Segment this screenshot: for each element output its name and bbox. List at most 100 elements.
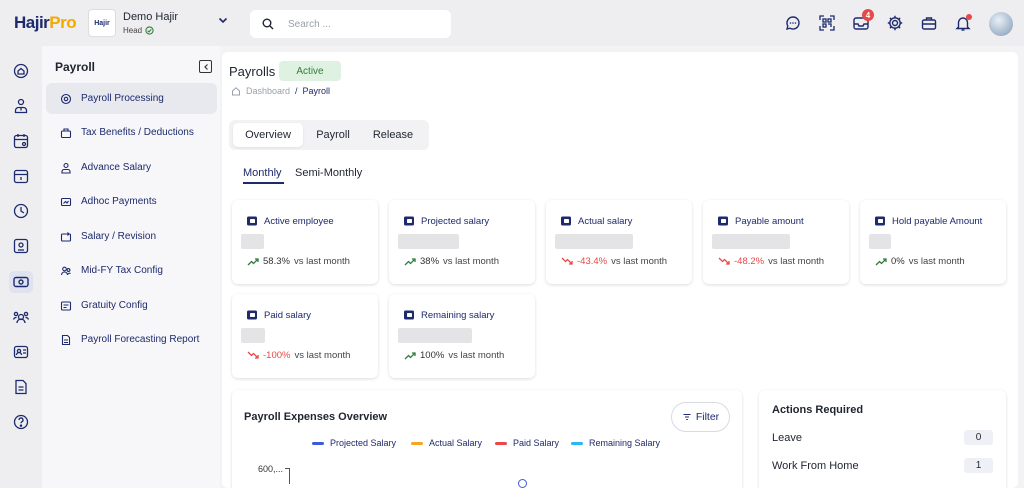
card-change: 100%: [420, 350, 445, 361]
id-card-icon[interactable]: [12, 343, 30, 361]
summary-card[interactable]: Hold payable Amount 0% vs last month: [860, 200, 1006, 284]
card-change-suffix: vs last month: [611, 256, 668, 267]
legend-label: Projected Salary: [330, 438, 397, 448]
wallet-icon: [718, 216, 728, 226]
sidebar-item-tax-benefits[interactable]: Tax Benefits / Deductions: [46, 117, 217, 148]
legend-swatch: [312, 441, 324, 445]
verified-icon: [145, 26, 154, 35]
legend-item[interactable]: Projected Salary: [312, 438, 396, 448]
sidebar-item-label: Tax Benefits / Deductions: [81, 127, 194, 138]
tab-release[interactable]: Release: [363, 123, 423, 147]
summary-card[interactable]: Active employee 58.3% vs last month: [232, 200, 378, 284]
tab-payroll[interactable]: Payroll: [307, 123, 359, 147]
org-name: Demo Hajir: [123, 11, 179, 23]
sidebar-item-label: Payroll Processing: [81, 93, 164, 104]
card-title: Remaining salary: [403, 309, 494, 321]
avatar[interactable]: [989, 12, 1013, 36]
value-placeholder: [398, 234, 459, 249]
sidebar-item-gratuity-config[interactable]: Gratuity Config: [46, 290, 217, 321]
card-title: Actual salary: [560, 215, 632, 227]
subtab-semi-monthly[interactable]: Semi-Monthly: [295, 167, 362, 179]
card-title-label: Projected salary: [421, 215, 490, 227]
wallet-icon: [404, 310, 414, 320]
wallet-icon: [404, 216, 414, 226]
tax-icon: [60, 127, 72, 138]
top-bar: [0, 0, 1024, 46]
summary-card[interactable]: Payable amount -48.2% vs last month: [703, 200, 849, 284]
summary-card[interactable]: Paid salary -100% vs last month: [232, 294, 378, 378]
card-trend: 58.3% vs last month: [247, 256, 350, 267]
card-trend: -43.4% vs last month: [561, 256, 667, 267]
legend-item[interactable]: Paid Salary: [495, 438, 559, 448]
document-icon[interactable]: [12, 378, 30, 396]
legend-item[interactable]: Actual Salary: [411, 438, 482, 448]
card-title: Hold payable Amount: [874, 215, 982, 227]
sidebar-item-forecasting-report[interactable]: Payroll Forecasting Report: [46, 324, 217, 355]
chart-data-point[interactable]: [518, 479, 527, 488]
collapse-sidebar-button[interactable]: [199, 60, 212, 73]
action-count-leave[interactable]: 0: [964, 430, 993, 445]
chat-icon[interactable]: [784, 14, 802, 32]
search-box[interactable]: [250, 10, 451, 38]
tab-overview[interactable]: Overview: [233, 123, 303, 147]
org-role: Head: [123, 26, 154, 35]
legend-swatch: [571, 441, 583, 445]
breadcrumb-current: Payroll: [302, 86, 331, 96]
inbox-count-badge: 4: [862, 9, 874, 21]
card-title: Projected salary: [403, 215, 489, 227]
summary-card[interactable]: Actual salary -43.4% vs last month: [546, 200, 692, 284]
sidebar-item-label: Gratuity Config: [81, 300, 148, 311]
card-change: 38%: [420, 256, 440, 267]
card-trend: 0% vs last month: [875, 256, 965, 267]
card-title-label: Actual salary: [578, 215, 633, 227]
calendar-icon[interactable]: [12, 132, 30, 150]
sidebar-item-advance-salary[interactable]: Advance Salary: [46, 152, 217, 183]
logo-text-secondary: Pro: [49, 13, 77, 32]
briefcase-icon[interactable]: [920, 14, 938, 32]
help-icon[interactable]: [12, 413, 30, 431]
search-input[interactable]: [288, 16, 438, 32]
home-icon[interactable]: [12, 62, 30, 80]
breadcrumb-home-link[interactable]: Dashboard: [246, 86, 290, 96]
report-icon: [61, 334, 71, 345]
value-placeholder: [555, 234, 633, 249]
calendar-day-icon[interactable]: [12, 167, 30, 185]
payslip-icon[interactable]: [12, 237, 30, 255]
value-placeholder: [869, 234, 891, 249]
sidebar-item-label: Advance Salary: [81, 162, 152, 173]
subtab-monthly[interactable]: Monthly: [243, 167, 282, 179]
filter-button[interactable]: Filter: [671, 402, 730, 432]
payroll-icon[interactable]: [12, 273, 30, 291]
app-logo[interactable]: HajirPro: [14, 13, 77, 33]
legend-item[interactable]: Remaining Salary: [571, 438, 660, 448]
chevron-left-icon: [203, 63, 208, 70]
sidebar-item-payroll-processing[interactable]: Payroll Processing: [46, 83, 217, 114]
card-change-suffix: vs last month: [768, 256, 825, 267]
search-icon: [262, 18, 274, 30]
org-switcher-chevron-down-icon[interactable]: [217, 14, 229, 26]
action-count-wfh[interactable]: 1: [964, 458, 993, 473]
legend-swatch: [411, 441, 423, 445]
sidebar-item-salary-revision[interactable]: Salary / Revision: [46, 221, 217, 252]
card-title-label: Payable amount: [735, 215, 804, 227]
user-tie-icon[interactable]: [12, 97, 30, 115]
value-placeholder: [398, 328, 472, 343]
sidebar-item-adhoc-payments[interactable]: Adhoc Payments: [46, 186, 217, 217]
clock-icon[interactable]: [12, 202, 30, 220]
qr-code-icon[interactable]: [818, 14, 836, 32]
payroll-expenses-panel: [232, 390, 742, 488]
sidebar-item-label: Payroll Forecasting Report: [81, 334, 200, 345]
filter-label: Filter: [695, 411, 720, 423]
card-title-label: Paid salary: [264, 309, 311, 321]
summary-card[interactable]: Remaining salary 100% vs last month: [389, 294, 535, 378]
team-icon[interactable]: [12, 308, 30, 326]
legend-swatch: [495, 441, 507, 445]
adhoc-payment-icon: [60, 197, 72, 206]
gratuity-icon: [60, 300, 72, 311]
wallet-icon: [247, 310, 257, 320]
settings-icon[interactable]: [886, 14, 904, 32]
sidebar-item-mid-fy-tax-config[interactable]: Mid-FY Tax Config: [46, 255, 217, 286]
card-trend: 100% vs last month: [404, 350, 504, 361]
actions-title: Actions Required: [772, 404, 864, 416]
summary-card[interactable]: Projected salary 38% vs last month: [389, 200, 535, 284]
